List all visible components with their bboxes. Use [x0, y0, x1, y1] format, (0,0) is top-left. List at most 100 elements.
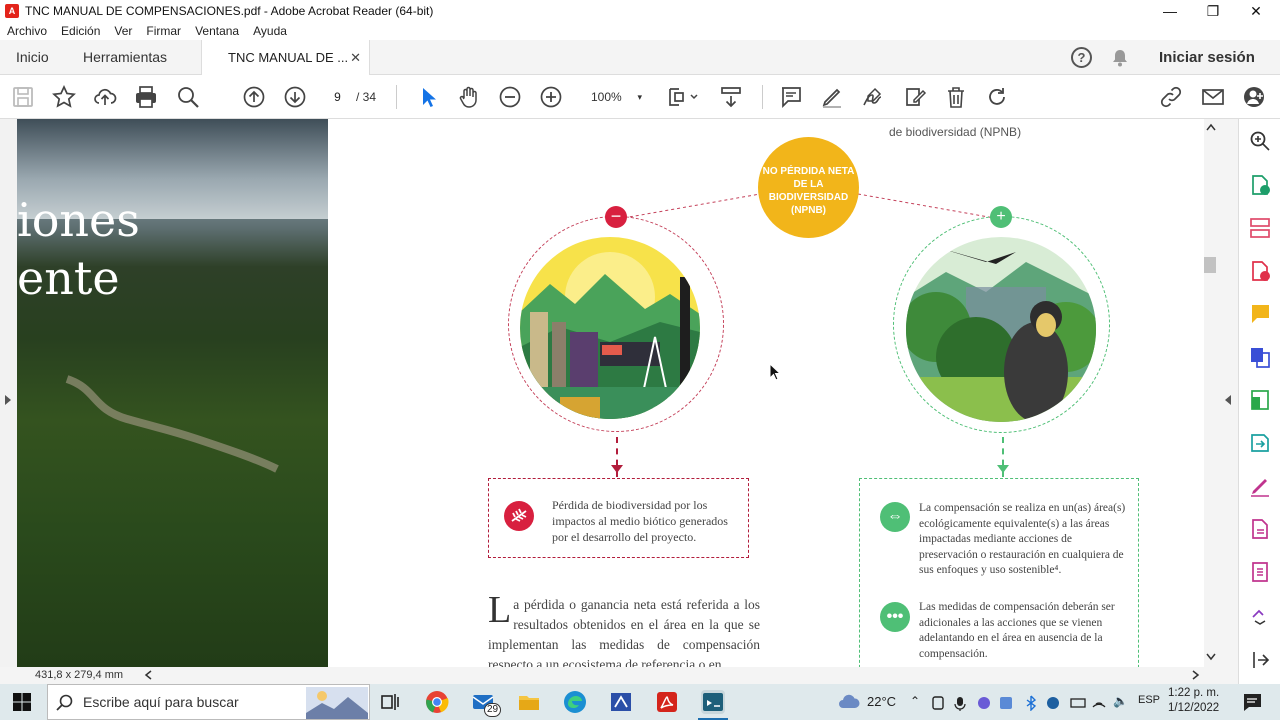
cover-title: iones ente	[17, 191, 140, 307]
add-user-icon[interactable]	[1242, 85, 1266, 109]
loss-box: Pérdida de biodiversidad por los impacto…	[488, 478, 749, 558]
print-icon[interactable]	[134, 85, 158, 109]
gain-text-1: La compensación se realiza en un(as) áre…	[919, 502, 1126, 576]
sign-icon[interactable]	[861, 85, 885, 109]
notifications-icon[interactable]	[1240, 690, 1264, 714]
scroll-mode-icon[interactable]	[719, 85, 743, 109]
edge-icon[interactable]	[563, 690, 587, 714]
npnb-caption: de biodiversidad (NPNB)	[889, 125, 1022, 139]
paragraph-text: a pérdida o ganancia neta está referida …	[488, 597, 760, 667]
npnb-circle: NO PÉRDIDA NETA DE LA BIODIVERSIDAD (NPN…	[758, 137, 859, 238]
zoom-value: 100%	[591, 90, 622, 104]
organize-pages-icon[interactable]	[1249, 217, 1271, 239]
zoom-out-icon[interactable]	[498, 85, 522, 109]
page-dimensions: 431,8 x 279,4 mm	[35, 669, 124, 681]
collapse-panel-icon[interactable]	[1249, 649, 1271, 671]
more-tools-icon[interactable]	[1249, 603, 1271, 625]
comment-icon[interactable]	[779, 85, 803, 109]
recorder-app-icon[interactable]	[698, 690, 728, 720]
notes-app-icon[interactable]	[609, 690, 633, 714]
select-cursor-icon[interactable]	[416, 85, 440, 109]
fill-sign-icon[interactable]	[903, 85, 927, 109]
email-icon[interactable]	[1201, 85, 1225, 109]
minus-icon: −	[605, 206, 627, 228]
compress-icon[interactable]	[1249, 389, 1271, 411]
menu-edicion[interactable]: Edición	[61, 24, 100, 38]
menu-ayuda[interactable]: Ayuda	[253, 24, 287, 38]
highlight-icon[interactable]	[820, 85, 844, 109]
tab-inicio[interactable]: Inicio	[16, 40, 49, 75]
equivalence-arrows-icon: ⇔	[880, 502, 910, 532]
mail-icon[interactable]: 29	[471, 690, 502, 717]
zoom-in-icon[interactable]	[539, 85, 563, 109]
send-icon[interactable]	[1249, 432, 1271, 454]
tray-chevron-up-icon[interactable]: ⌃	[910, 694, 920, 708]
input-language[interactable]: ESP	[1138, 694, 1160, 706]
toolbar: 9 / 34 100% ▾	[0, 75, 1280, 119]
zoom-select[interactable]: 100% ▾	[583, 87, 645, 107]
comment-tool-icon[interactable]	[1249, 303, 1271, 325]
tab-document[interactable]: TNC MANUAL DE ... ✕	[201, 40, 370, 76]
windows-start-icon[interactable]	[10, 690, 34, 714]
close-tab-icon[interactable]: ✕	[350, 40, 361, 75]
taskbar: Escribe aquí para buscar 29 22°C ⌃ 🔈 ESP…	[0, 684, 1280, 720]
chevron-down-icon: ▾	[637, 92, 642, 102]
weather-temp[interactable]: 22°C	[867, 694, 896, 709]
edit-pdf-icon[interactable]	[1249, 518, 1271, 540]
right-panel-toggle[interactable]	[1218, 119, 1238, 667]
menu-archivo[interactable]: Archivo	[7, 24, 47, 38]
menu-ventana[interactable]: Ventana	[195, 24, 239, 38]
left-panel-collapsed[interactable]	[0, 119, 17, 667]
tab-herramientas[interactable]: Herramientas	[83, 40, 167, 75]
mouse-cursor-icon	[769, 362, 782, 384]
volume-icon[interactable]: 🔈	[1113, 694, 1128, 708]
protect-icon[interactable]	[1249, 561, 1271, 583]
minimize-button[interactable]: —	[1147, 0, 1193, 22]
menu-firmar[interactable]: Firmar	[146, 24, 181, 38]
page-number-input[interactable]: 9	[325, 87, 350, 107]
star-icon[interactable]	[52, 84, 76, 109]
plus-icon: +	[990, 206, 1012, 228]
menu-ver[interactable]: Ver	[114, 24, 132, 38]
upload-cloud-icon[interactable]	[93, 85, 117, 109]
taskbar-search[interactable]: Escribe aquí para buscar	[47, 684, 370, 720]
menu-bar: Archivo Edición Ver Firmar Ventana Ayuda	[0, 22, 1280, 40]
tray-icons	[931, 695, 1106, 714]
page-down-icon[interactable]	[283, 85, 307, 109]
acrobat-icon[interactable]	[655, 690, 679, 714]
signin-button[interactable]: Iniciar sesión	[1159, 40, 1255, 75]
search-icon[interactable]	[176, 85, 200, 109]
clock[interactable]: 1:22 p. m. 1/12/2022	[1168, 686, 1219, 716]
bell-icon[interactable]	[1110, 48, 1130, 68]
export-pdf-icon[interactable]	[1249, 174, 1271, 196]
create-pdf-icon[interactable]	[1249, 260, 1271, 282]
title-bar: A TNC MANUAL DE COMPENSACIONES.pdf - Ado…	[0, 0, 1280, 22]
link-icon[interactable]	[1159, 85, 1183, 109]
pdf-icon: A	[5, 4, 19, 18]
zoom-search-icon[interactable]	[1249, 130, 1271, 152]
tab-bar: Inicio Herramientas TNC MANUAL DE ... ✕ …	[0, 40, 1280, 76]
rotate-icon[interactable]	[985, 85, 1009, 109]
close-window-button[interactable]: ✕	[1233, 0, 1279, 22]
clock-date: 1/12/2022	[1168, 702, 1220, 714]
fit-page-icon[interactable]	[667, 85, 699, 109]
horizontal-scrollbar[interactable]	[144, 670, 1200, 680]
maximize-button[interactable]: ❐	[1190, 0, 1236, 22]
status-bar: 431,8 x 279,4 mm	[0, 667, 1238, 684]
page-up-icon[interactable]	[242, 85, 266, 109]
vertical-scrollbar[interactable]	[1204, 119, 1218, 667]
scroll-thumb[interactable]	[1204, 257, 1216, 273]
help-icon[interactable]: ?	[1071, 47, 1092, 68]
save-icon[interactable]	[11, 85, 35, 109]
loss-text: Pérdida de biodiversidad por los impacto…	[552, 498, 728, 544]
chrome-icon[interactable]	[425, 690, 449, 714]
gain-arrow-head	[997, 465, 1009, 473]
combine-files-icon[interactable]	[1249, 346, 1271, 368]
hand-icon[interactable]	[457, 85, 481, 109]
window-title: TNC MANUAL DE COMPENSACIONES.pdf - Adobe…	[25, 4, 434, 18]
file-explorer-icon[interactable]	[517, 690, 541, 714]
task-view-icon[interactable]	[378, 690, 402, 714]
right-tools-panel	[1238, 119, 1280, 684]
fill-sign-tool-icon[interactable]	[1249, 475, 1271, 497]
delete-icon[interactable]	[944, 85, 968, 109]
